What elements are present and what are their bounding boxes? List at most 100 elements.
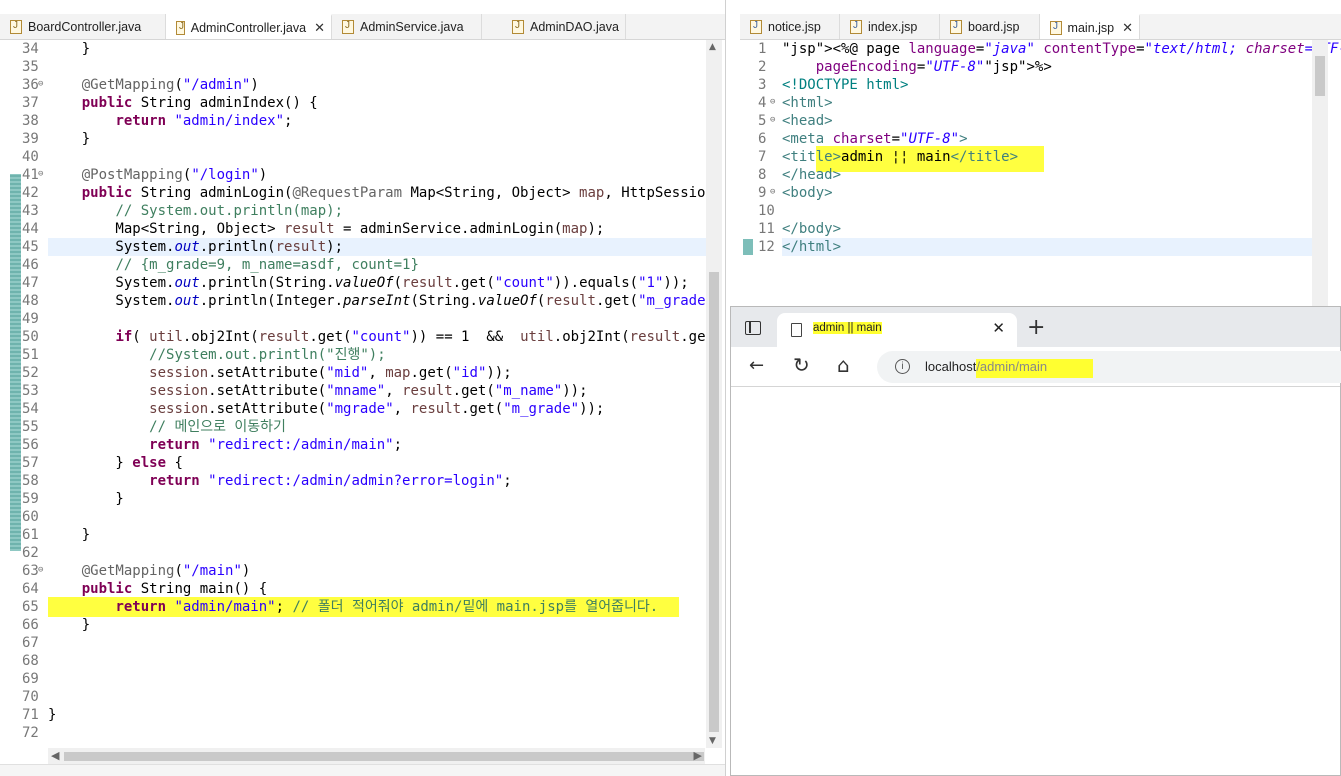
jsp-file-icon [850,19,862,34]
code-line[interactable] [48,652,706,670]
java-file-icon [512,19,524,34]
code-line[interactable]: System.out.println(Integer.parseInt(Stri… [48,292,706,310]
line-number: 3 [758,77,767,93]
code-line[interactable]: if( util.obj2Int(result.get("count")) ==… [48,328,706,346]
java-code-area[interactable]: } @GetMapping("/admin") public String ad… [48,40,706,748]
fold-toggle-icon[interactable]: ⊖ [38,169,43,179]
back-icon[interactable]: ← [749,355,764,376]
code-line[interactable]: } [48,40,706,58]
code-line[interactable]: @PostMapping("/login") [48,166,706,184]
code-line[interactable]: session.setAttribute("mgrade", result.ge… [48,400,706,418]
vertical-scrollbar[interactable]: ▲ ▼ [706,40,722,748]
address-bar[interactable]: i localhost/admin/main [877,351,1341,383]
tab-label: notice.jsp [768,19,821,34]
scroll-up-icon[interactable]: ▲ [709,42,716,52]
code-line[interactable]: return "admin/main"; // 폴더 적어줘야 admin/밑에… [48,597,706,617]
code-line[interactable]: </html> [782,238,1312,256]
code-line[interactable]: "jsp"><%@ page language="java" contentTy… [782,40,1341,58]
tab-boardcontroller[interactable]: BoardController.java [0,14,166,39]
code-line[interactable] [48,634,706,652]
code-line[interactable]: <html> [782,94,1312,112]
reload-icon[interactable]: ↻ [793,353,810,377]
url-host: localhost [925,359,977,374]
tab-admindao[interactable]: AdminDAO.java [482,14,626,39]
line-number: 2 [758,59,767,75]
tab-actions-icon[interactable] [745,321,761,335]
tab-adminservice[interactable]: AdminService.java [332,14,482,39]
code-line[interactable]: return "redirect:/admin/main"; [48,436,706,454]
new-tab-icon[interactable]: + [1027,315,1045,340]
browser-viewport [731,387,1340,775]
fold-toggle-icon[interactable]: ⊖ [38,79,43,89]
tab-notice-jsp[interactable]: notice.jsp [740,14,840,39]
code-line[interactable] [48,724,706,742]
java-editor-pane: BoardController.java AdminController.jav… [0,0,726,776]
code-line[interactable]: session.setAttribute("mid", map.get("id"… [48,364,706,382]
code-line[interactable]: session.setAttribute("mname", result.get… [48,382,706,400]
code-line[interactable]: </head> [782,166,1312,184]
code-line[interactable]: @GetMapping("/admin") [48,76,706,94]
code-line[interactable]: <body> [782,184,1312,202]
scroll-thumb[interactable] [1315,56,1325,96]
scroll-down-icon[interactable]: ▼ [709,736,716,746]
code-line[interactable]: Map<String, Object> result = adminServic… [48,220,706,238]
scroll-left-icon[interactable]: ◀ [51,749,59,762]
fold-toggle-icon[interactable]: ⊖ [770,187,775,197]
code-line[interactable]: // 메인으로 이동하기 [48,418,706,436]
jsp-code-area[interactable]: "jsp"><%@ page language="java" contentTy… [782,40,1341,310]
line-number: 7 [758,149,767,165]
code-line[interactable]: <!DOCTYPE html> [782,76,1312,94]
tab-board-jsp[interactable]: board.jsp [940,14,1040,39]
close-icon[interactable]: ✕ [1122,20,1133,36]
code-line[interactable]: } [48,130,706,148]
fold-toggle-icon[interactable]: ⊖ [770,97,775,107]
code-line[interactable]: public String main() { [48,580,706,598]
code-line[interactable]: // {m_grade=9, m_name=asdf, count=1} [48,256,706,274]
tab-label: index.jsp [868,19,918,34]
code-line[interactable] [48,148,706,166]
site-info-icon[interactable]: i [895,359,910,374]
code-line[interactable]: //System.out.println("진행"); [48,346,706,364]
home-icon[interactable]: ⌂ [837,353,850,377]
line-number: 11 [758,221,775,237]
fold-toggle-icon[interactable]: ⊖ [38,565,43,575]
tab-index-jsp[interactable]: index.jsp [840,14,940,39]
code-line[interactable]: <head> [782,112,1312,130]
code-line[interactable] [782,202,1312,220]
scroll-thumb[interactable] [64,752,704,761]
code-line[interactable]: pageEncoding="UTF-8""jsp">%> [782,58,1312,76]
code-line[interactable] [48,58,706,76]
code-line[interactable]: return "redirect:/admin/admin?error=logi… [48,472,706,490]
code-line[interactable]: <title>admin ¦¦ main</title> [782,146,1312,172]
code-line[interactable]: } [48,616,706,634]
tab-admincontroller[interactable]: AdminController.java ✕ [166,14,332,39]
code-line[interactable]: System.out.println(result); [48,238,706,256]
code-line[interactable]: public String adminLogin(@RequestParam M… [48,184,706,202]
code-line[interactable] [48,688,706,706]
fold-toggle-icon[interactable]: ⊖ [770,115,775,125]
scroll-thumb[interactable] [709,272,719,732]
code-line[interactable]: System.out.println(String.valueOf(result… [48,274,706,292]
browser-tab[interactable]: admin || main ✕ [777,313,1017,347]
code-line[interactable]: @GetMapping("/main") [48,562,706,580]
code-line[interactable]: } [48,490,706,508]
code-line[interactable]: </body> [782,220,1312,238]
code-line[interactable]: } else { [48,454,706,472]
code-line[interactable] [48,508,706,526]
close-icon[interactable]: ✕ [314,20,325,36]
code-line[interactable]: } [48,706,706,724]
code-line[interactable]: return "admin/index"; [48,112,706,130]
vertical-scrollbar[interactable] [1312,40,1328,310]
close-tab-icon[interactable]: ✕ [992,319,1005,337]
horizontal-scrollbar[interactable]: ◀ ▶ [48,748,705,764]
tab-main-jsp[interactable]: main.jsp ✕ [1040,14,1140,39]
line-number: 8 [758,167,767,183]
code-line[interactable]: // System.out.println(map); [48,202,706,220]
code-line[interactable] [48,670,706,688]
code-line[interactable]: } [48,526,706,544]
scroll-right-icon[interactable]: ▶ [694,749,702,762]
jsp-file-icon [750,19,762,34]
code-line[interactable] [48,544,706,562]
code-line[interactable] [48,310,706,328]
code-line[interactable]: public String adminIndex() { [48,94,706,112]
